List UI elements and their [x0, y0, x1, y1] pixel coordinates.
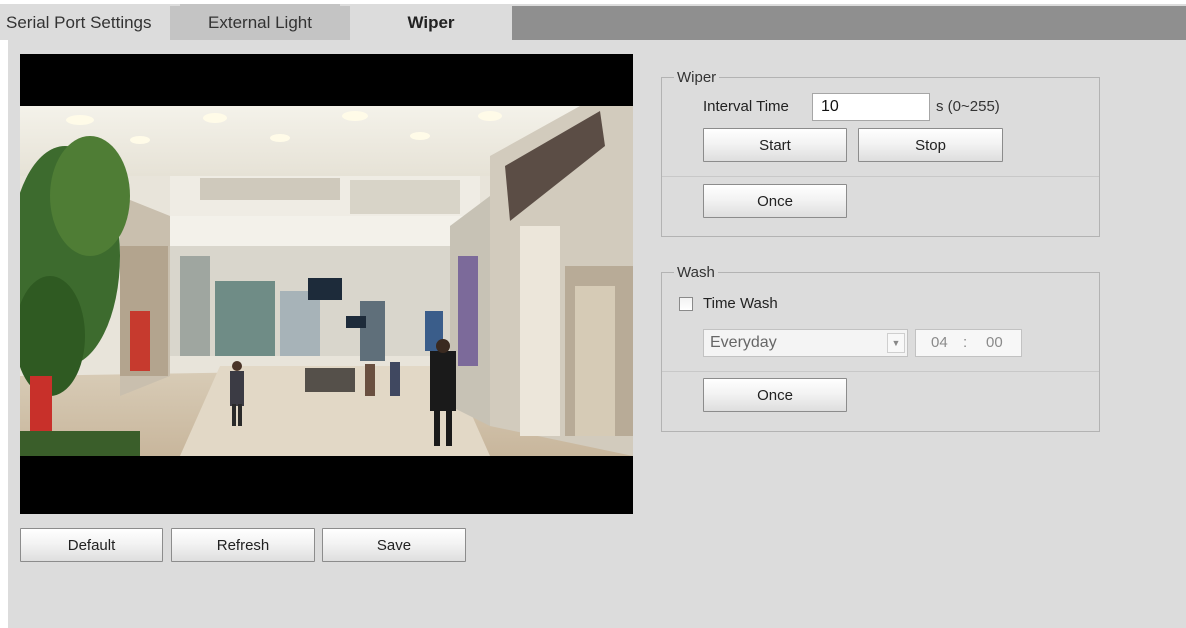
tab-wiper[interactable]: Wiper [350, 4, 512, 40]
wash-time-separator: : [963, 334, 968, 351]
save-button[interactable]: Save [322, 528, 466, 562]
wash-group-divider [662, 371, 1099, 372]
default-button[interactable]: Default [20, 528, 163, 562]
wash-schedule-select[interactable]: Everyday ▼ [703, 329, 908, 357]
refresh-button[interactable]: Refresh [171, 528, 315, 562]
wash-time-hour[interactable]: 04 [931, 330, 948, 356]
tab-serial-port-settings[interactable]: Serial Port Settings [6, 4, 170, 40]
video-preview [20, 54, 633, 514]
chevron-down-icon[interactable]: ▼ [887, 333, 905, 353]
interval-time-input[interactable] [812, 93, 930, 121]
wash-once-button[interactable]: Once [703, 378, 847, 412]
time-wash-label[interactable]: Time Wash [703, 295, 778, 312]
wiper-once-button[interactable]: Once [703, 184, 847, 218]
wash-legend: Wash [677, 264, 715, 281]
wiper-stop-button[interactable]: Stop [858, 128, 1003, 162]
tab-external-light[interactable]: External Light [180, 4, 340, 40]
interval-time-label: Interval Time [703, 98, 789, 115]
wash-schedule-value: Everyday [710, 334, 777, 351]
wiper-start-button[interactable]: Start [703, 128, 847, 162]
time-wash-checkbox[interactable] [679, 297, 693, 311]
tab-bar: Serial Port Settings External Light Wipe… [0, 4, 1186, 40]
camera-image [20, 106, 633, 456]
wash-time-input[interactable]: 04 : 00 [915, 329, 1022, 357]
wiper-group-divider [662, 176, 1099, 177]
tab-divider [340, 6, 350, 40]
tab-divider [170, 6, 180, 40]
wiper-legend: Wiper [677, 69, 717, 86]
tab-bar-fill [512, 6, 1186, 40]
interval-unit-label: s (0~255) [936, 98, 1000, 115]
wash-time-minute[interactable]: 00 [986, 330, 1003, 356]
